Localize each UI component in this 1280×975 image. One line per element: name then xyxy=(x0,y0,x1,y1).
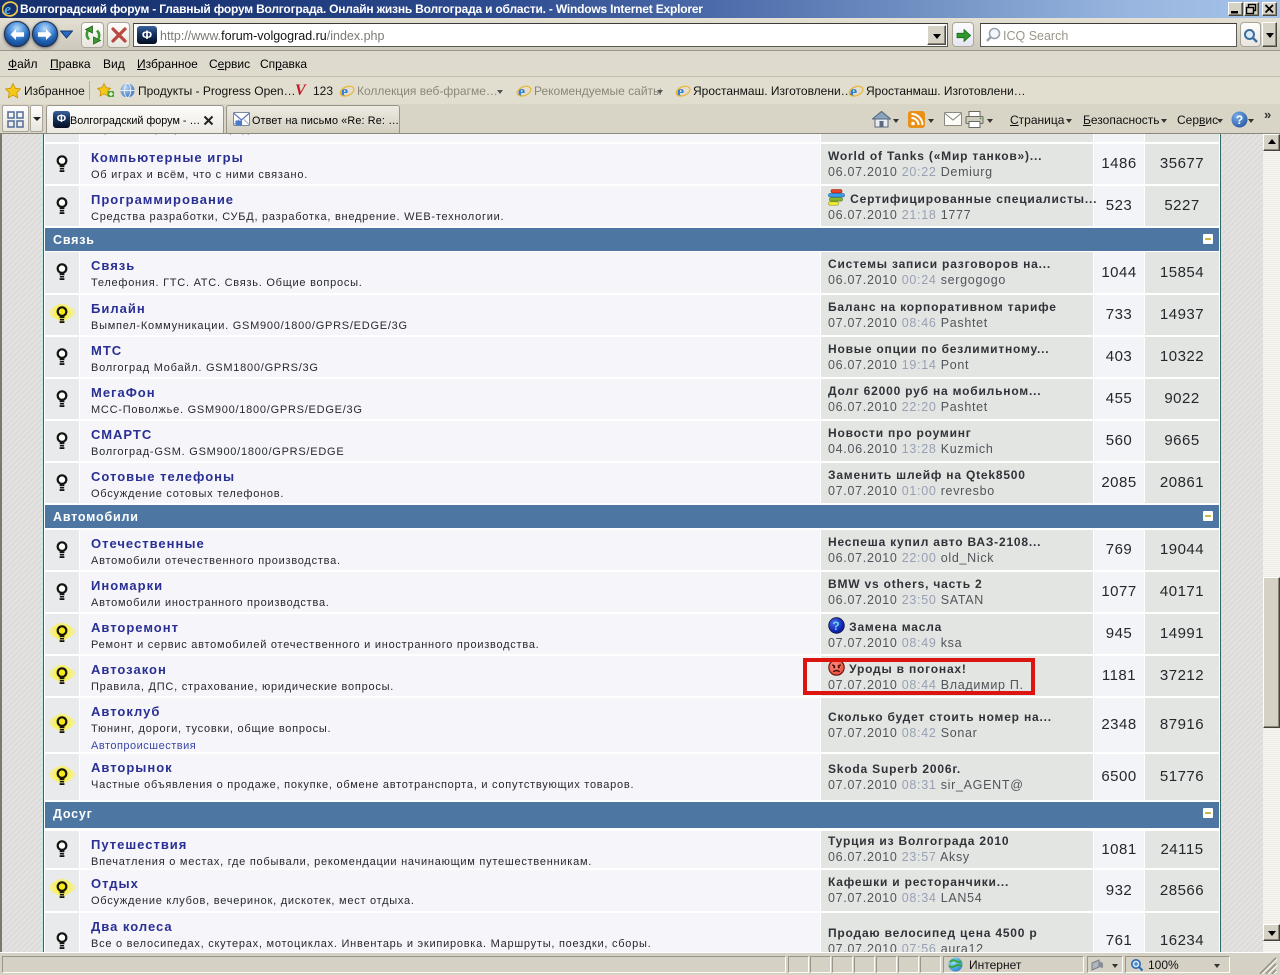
svg-text:?: ? xyxy=(832,619,840,633)
svg-text:e: e xyxy=(4,2,11,17)
svg-text:?: ? xyxy=(1236,113,1243,127)
